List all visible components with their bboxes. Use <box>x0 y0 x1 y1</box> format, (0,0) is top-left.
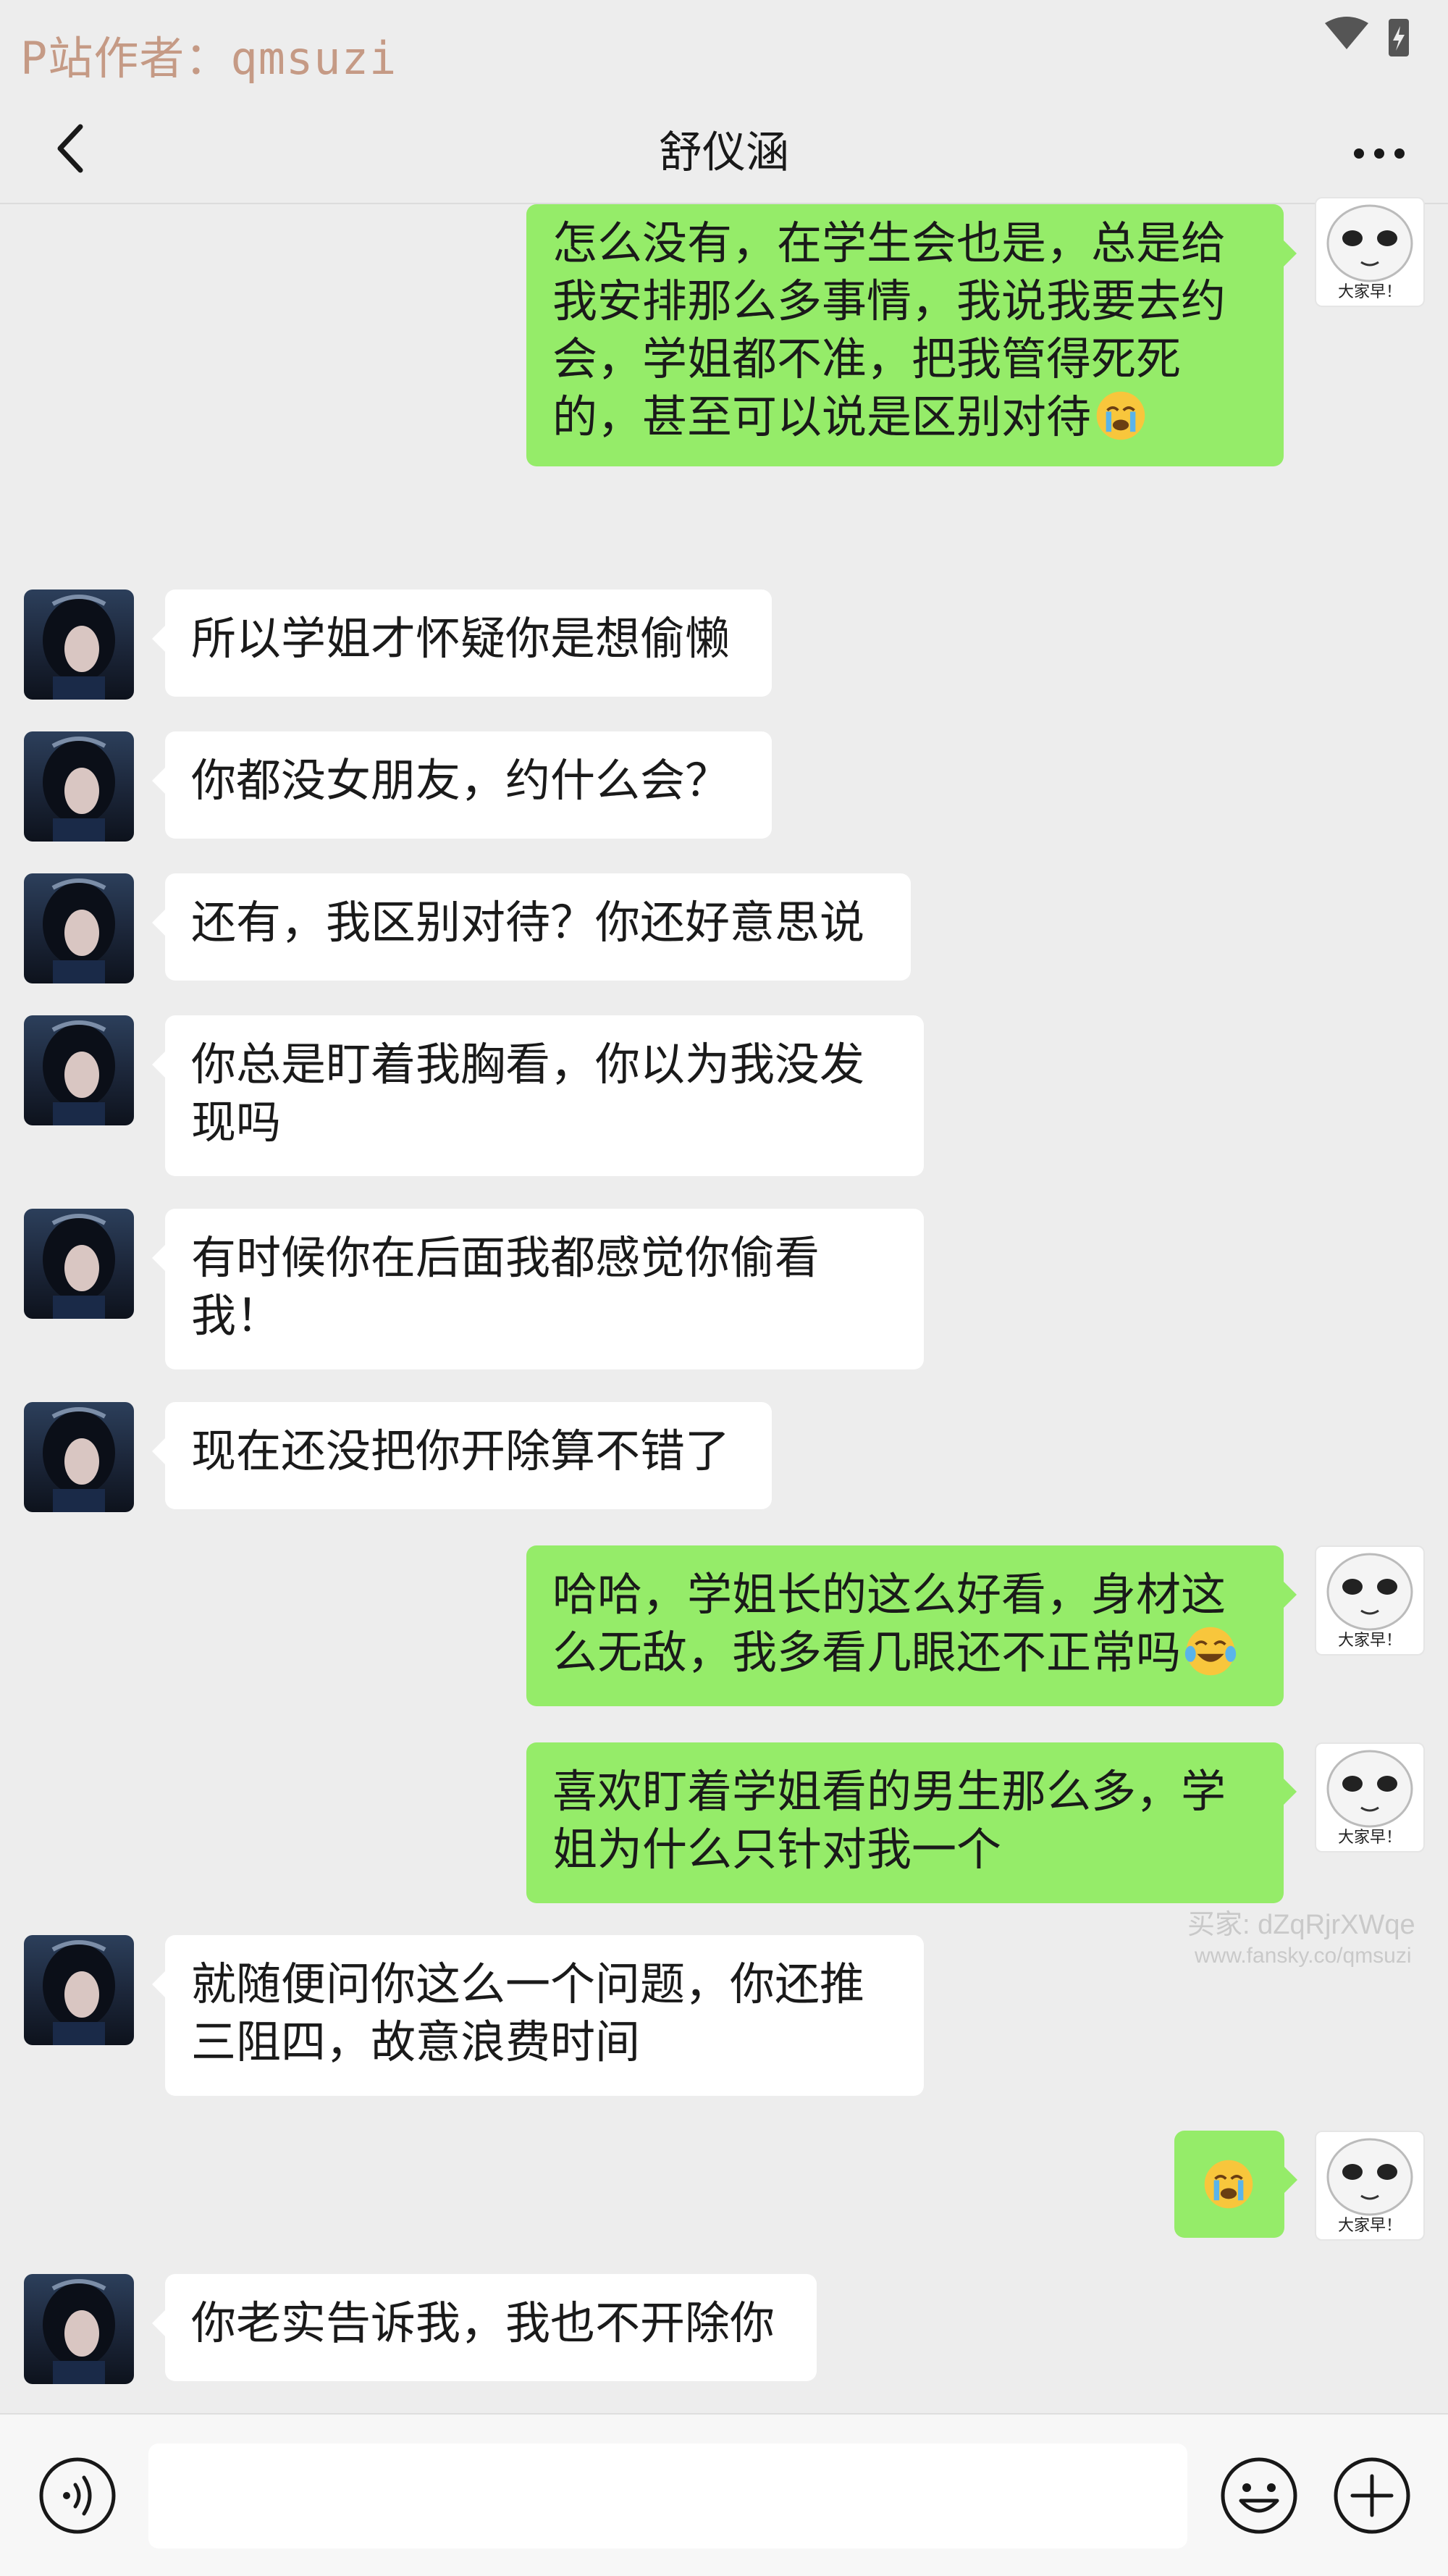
message-incoming: 所以学姐才怀疑你是想偷懒 <box>0 590 1448 705</box>
more-dots-icon <box>1354 148 1405 159</box>
message-outgoing: 哈哈，学姐长的这么好看，身材这么无敌，我多看几眼还不正常吗 大家早！ <box>0 1545 1448 1712</box>
my-avatar[interactable]: 大家早！ <box>1315 2131 1425 2241</box>
chat-title: 舒仪涵 <box>659 127 789 178</box>
sticker-caption: 大家早！ <box>1338 2217 1402 2235</box>
message-list[interactable]: 怎么没有，在学生会也是，总是给我安排那么多事情，我说我要去约会，学姐都不准，把我… <box>0 197 1448 2413</box>
message-bubble[interactable]: 你总是盯着我胸看，你以为我没发现吗 <box>152 1015 924 1176</box>
message-bubble[interactable]: 还有，我区别对待？你还好意思说 <box>152 873 911 981</box>
crying-face-icon <box>1096 391 1145 440</box>
panda-sticker-icon: 大家早！ <box>1326 204 1413 301</box>
message-text: 哈哈，学姐长的这么好看，身材这么无敌，我多看几眼还不正常吗 <box>552 1568 1226 1679</box>
my-avatar[interactable]: 大家早！ <box>1315 1545 1425 1656</box>
message-bubble[interactable]: 就随便问你这么一个问题，你还推三阻四，故意浪费时间 <box>152 1935 924 2096</box>
watermark-text: P站作者：qmsuzi <box>20 32 397 85</box>
sticker-caption: 大家早！ <box>1338 1829 1402 1847</box>
panda-sticker-icon: 大家早！ <box>1326 1553 1413 1650</box>
voice-button[interactable] <box>36 2454 119 2538</box>
contact-avatar[interactable] <box>24 2274 134 2384</box>
message-bubble[interactable]: 喜欢盯着学姐看的男生那么多，学姐为什么只针对我一个 <box>526 1742 1297 1903</box>
message-bubble[interactable]: 有时候你在后面我都感觉你偷看我！ <box>152 1209 924 1369</box>
wifi-icon <box>1325 17 1368 49</box>
sticker-caption: 大家早！ <box>1338 283 1402 301</box>
chat-header: 舒仪涵 <box>0 101 1448 204</box>
message-bubble[interactable]: 哈哈，学姐长的这么好看，身材这么无敌，我多看几眼还不正常吗 <box>526 1545 1297 1706</box>
more-button[interactable] <box>1339 116 1419 181</box>
message-incoming: 还有，我区别对待？你还好意思说 <box>0 873 1448 989</box>
message-text: 现在还没把你开除算不错了 <box>191 1425 731 1477</box>
contact-avatar[interactable] <box>24 873 134 983</box>
status-icons <box>1325 17 1409 56</box>
message-text: 喜欢盯着学姐看的男生那么多，学姐为什么只针对我一个 <box>552 1765 1226 1876</box>
message-incoming: 你老实告诉我，我也不开除你 <box>0 2274 1448 2390</box>
message-bubble[interactable]: 怎么没有，在学生会也是，总是给我安排那么多事情，我说我要去约会，学姐都不准，把我… <box>526 204 1297 466</box>
emoji-icon <box>1221 2457 1297 2534</box>
crying-face-icon <box>1204 2160 1253 2209</box>
panda-sticker-icon: 大家早！ <box>1326 1750 1413 1847</box>
message-text: 你总是盯着我胸看，你以为我没发现吗 <box>191 1038 865 1149</box>
contact-avatar[interactable] <box>24 1935 134 2045</box>
emoji-button[interactable] <box>1218 2454 1301 2538</box>
voice-icon <box>39 2457 116 2534</box>
input-bar <box>0 2413 1448 2576</box>
message-outgoing: 怎么没有，在学生会也是，总是给我安排那么多事情，我说我要去约会，学姐都不准，把我… <box>0 197 1448 479</box>
status-bar: P站作者：qmsuzi <box>0 0 1448 101</box>
my-avatar[interactable]: 大家早！ <box>1315 197 1425 307</box>
message-bubble[interactable]: 所以学姐才怀疑你是想偷懒 <box>152 590 772 697</box>
message-outgoing: 大家早！ <box>0 2131 1448 2254</box>
plus-button[interactable] <box>1331 2454 1414 2538</box>
plus-icon <box>1334 2457 1410 2534</box>
contact-avatar[interactable] <box>24 1402 134 1512</box>
contact-avatar[interactable] <box>24 731 134 842</box>
message-input[interactable] <box>148 2443 1187 2548</box>
message-incoming: 就随便问你这么一个问题，你还推三阻四，故意浪费时间 <box>0 1935 1448 2102</box>
message-bubble[interactable]: 你老实告诉我，我也不开除你 <box>152 2274 817 2381</box>
message-bubble[interactable]: 现在还没把你开除算不错了 <box>152 1402 772 1509</box>
message-text: 你老实告诉我，我也不开除你 <box>191 2296 775 2349</box>
my-avatar[interactable]: 大家早！ <box>1315 1742 1425 1853</box>
contact-avatar[interactable] <box>24 1209 134 1319</box>
sticker-caption: 大家早！ <box>1338 1632 1402 1650</box>
panda-sticker-icon: 大家早！ <box>1326 2138 1413 2235</box>
message-outgoing: 喜欢盯着学姐看的男生那么多，学姐为什么只针对我一个 大家早！ <box>0 1742 1448 1909</box>
message-incoming: 你总是盯着我胸看，你以为我没发现吗 <box>0 1015 1448 1182</box>
message-text: 还有，我区别对待？你还好意思说 <box>191 896 865 949</box>
message-incoming: 有时候你在后面我都感觉你偷看我！ <box>0 1209 1448 1375</box>
message-bubble[interactable] <box>1174 2131 1297 2238</box>
message-text: 有时候你在后面我都感觉你偷看我！ <box>191 1231 820 1342</box>
contact-avatar[interactable] <box>24 1015 134 1125</box>
message-text: 所以学姐才怀疑你是想偷懒 <box>191 612 731 665</box>
message-incoming: 现在还没把你开除算不错了 <box>0 1402 1448 1518</box>
message-bubble[interactable]: 你都没女朋友，约什么会？ <box>152 731 772 839</box>
message-incoming: 你都没女朋友，约什么会？ <box>0 731 1448 847</box>
message-text: 就随便问你这么一个问题，你还推三阻四，故意浪费时间 <box>191 1958 865 2068</box>
message-text: 你都没女朋友，约什么会？ <box>191 754 731 807</box>
contact-avatar[interactable] <box>24 590 134 700</box>
tears-of-joy-icon <box>1184 1627 1237 1676</box>
